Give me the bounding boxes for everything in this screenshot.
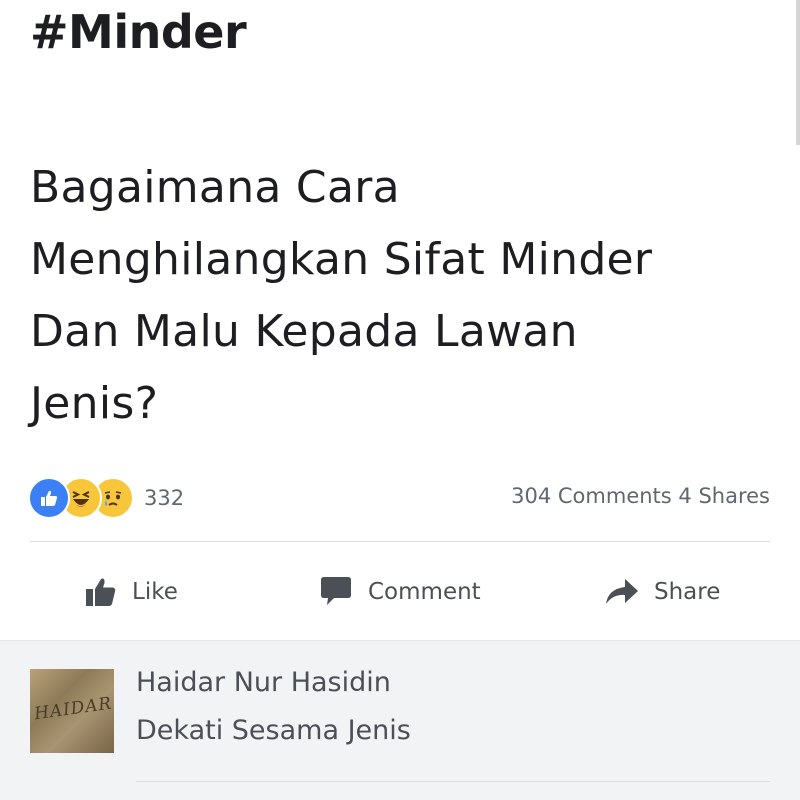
post-action-bar: Like Comment Share xyxy=(0,566,800,618)
shares-count[interactable]: 4 Shares xyxy=(678,484,770,508)
share-arrow-icon xyxy=(606,579,638,604)
post-card: #Minder Bagaimana Cara Menghilangkan Sif… xyxy=(0,0,800,640)
thumbs-up-icon xyxy=(86,578,116,606)
share-button-label: Share xyxy=(654,579,721,605)
comment-icon xyxy=(321,577,351,605)
reaction-count[interactable]: 332 xyxy=(144,486,184,510)
share-button[interactable]: Share xyxy=(604,566,720,618)
like-reaction-icon xyxy=(28,477,70,519)
comment-button-label: Comment xyxy=(368,579,481,605)
comments-section: HAIDAR Haidar Nur Hasidin Dekati Sesama … xyxy=(0,640,800,800)
like-button[interactable]: Like xyxy=(84,566,178,618)
post-text-line: Bagaimana Cara xyxy=(30,162,400,213)
comment-text: Dekati Sesama Jenis xyxy=(136,715,411,746)
post-text-line: Jenis? xyxy=(30,378,159,429)
scrollbar[interactable] xyxy=(796,0,800,145)
divider xyxy=(30,541,770,542)
comments-count[interactable]: 304 Comments xyxy=(511,484,672,508)
avatar-image-text: HAIDAR xyxy=(32,693,114,725)
post-hashtag[interactable]: #Minder xyxy=(30,2,247,62)
post-text-line: Dan Malu Kepada Lawan xyxy=(30,306,578,357)
like-button-label: Like xyxy=(132,579,178,605)
post-text: Bagaimana Cara Menghilangkan Sifat Minde… xyxy=(30,152,780,440)
commenter-name[interactable]: Haidar Nur Hasidin xyxy=(136,667,391,698)
commenter-avatar[interactable]: HAIDAR xyxy=(30,669,114,753)
comment-button[interactable]: Comment xyxy=(318,566,481,618)
post-text-line: Menghilangkan Sifat Minder xyxy=(30,234,653,285)
post-stats: 304 Comments 4 Shares xyxy=(511,484,770,508)
reactions-summary[interactable]: 332 xyxy=(28,477,184,519)
divider xyxy=(136,781,770,782)
